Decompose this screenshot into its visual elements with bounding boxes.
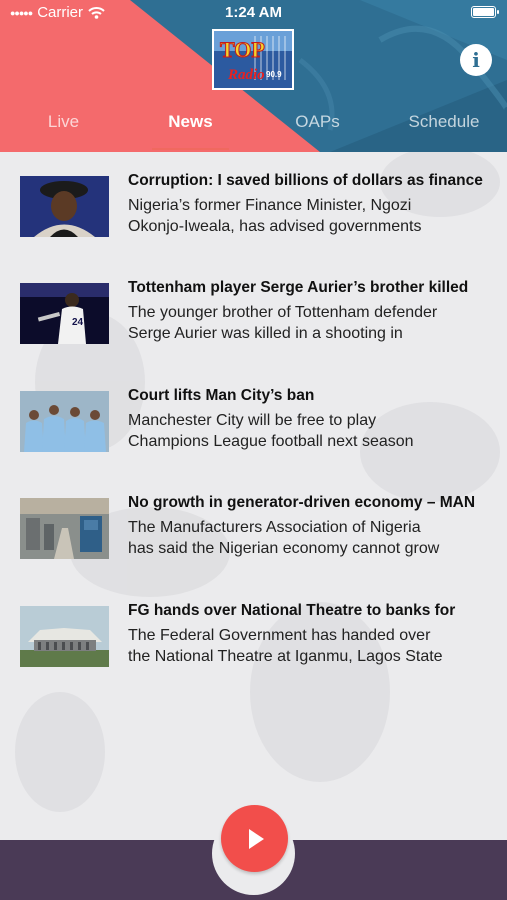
tab-oaps[interactable]: OAPs (254, 104, 381, 152)
news-headline[interactable]: FG hands over National Theatre to banks … (128, 602, 498, 620)
news-excerpt: The younger brother of Tottenham defende… (128, 302, 498, 344)
svg-text:24: 24 (72, 317, 84, 328)
excerpt-line: Serge Aurier was killed in a shooting in (128, 325, 403, 342)
logo-top-text: TOP (220, 37, 265, 62)
factory-photo-icon (20, 498, 109, 559)
tab-news[interactable]: News (127, 104, 254, 152)
tab-schedule[interactable]: Schedule (381, 104, 507, 152)
news-item[interactable]: Corruption: I saved billions of dollars … (0, 152, 507, 242)
footballer-photo-icon: 24 (20, 283, 109, 344)
excerpt-line: The Manufacturers Association of Nigeria (128, 519, 421, 536)
portrait-photo-icon (20, 176, 109, 237)
news-item[interactable]: FG hands over National Theatre to banks … (0, 582, 507, 672)
news-excerpt: Manchester City will be free to play Cha… (128, 410, 498, 452)
news-thumbnail[interactable] (20, 176, 109, 237)
status-bar: ●●●●● Carrier 1:24 AM (0, 0, 507, 26)
news-excerpt: The Federal Government has handed over t… (128, 625, 498, 667)
news-excerpt: Nigeria’s former Finance Minister, Ngozi… (128, 195, 498, 237)
logo-freq-text: 90.9 (266, 70, 282, 79)
tab-schedule-label: Schedule (408, 112, 480, 131)
battery-icon (471, 6, 499, 18)
news-item[interactable]: Court lifts Man City’s ban Manchester Ci… (0, 367, 507, 457)
excerpt-line: Nigeria’s former Finance Minister, Ngozi (128, 197, 412, 214)
logo-radio-text: Radio (227, 67, 265, 83)
news-excerpt: The Manufacturers Association of Nigeria… (128, 517, 498, 559)
info-icon: i (472, 48, 480, 72)
clock: 1:24 AM (225, 4, 282, 21)
info-button[interactable]: i (460, 44, 492, 76)
excerpt-line: The younger brother of Tottenham defende… (128, 304, 438, 321)
tab-bar: Live News OAPs Schedule (0, 104, 507, 152)
news-headline[interactable]: Court lifts Man City’s ban (128, 387, 498, 405)
top-radio-logo[interactable]: TOP Radio 90.9 (212, 29, 294, 90)
excerpt-line: the National Theatre at Iganmu, Lagos St… (128, 648, 443, 665)
theatre-photo-icon (20, 606, 109, 667)
news-feed[interactable]: Corruption: I saved billions of dollars … (0, 152, 507, 840)
excerpt-line: Champions League football next season (128, 433, 414, 450)
excerpt-line: has said the Nigerian economy cannot gro… (128, 540, 440, 557)
tab-oaps-label: OAPs (295, 112, 340, 131)
tab-live-label: Live (47, 112, 80, 131)
news-headline[interactable]: Corruption: I saved billions of dollars … (128, 172, 498, 190)
news-item[interactable]: No growth in generator-driven economy – … (0, 474, 507, 564)
news-headline[interactable]: Tottenham player Serge Aurier’s brother … (128, 279, 498, 297)
excerpt-line: The Federal Government has handed over (128, 627, 431, 644)
news-headline[interactable]: No growth in generator-driven economy – … (128, 494, 498, 512)
tab-news-label: News (168, 112, 213, 131)
logo-graphic: TOP Radio 90.9 (214, 31, 292, 88)
excerpt-line: Manchester City will be free to play (128, 412, 377, 429)
news-thumbnail[interactable] (20, 498, 109, 559)
team-photo-icon (20, 391, 109, 452)
news-thumbnail[interactable] (20, 606, 109, 667)
news-item[interactable]: 24 Tottenham player Serge Aurier’s broth… (0, 259, 507, 349)
play-button[interactable] (221, 805, 288, 872)
tab-live[interactable]: Live (0, 104, 127, 152)
active-tab-indicator (152, 148, 229, 150)
news-thumbnail[interactable]: 24 (20, 283, 109, 344)
news-thumbnail[interactable] (20, 391, 109, 452)
app-header: ●●●●● Carrier 1:24 AM TOP Radio 90.9 i L… (0, 0, 507, 152)
excerpt-line: Okonjo-Iweala, has advised governments (128, 218, 422, 235)
